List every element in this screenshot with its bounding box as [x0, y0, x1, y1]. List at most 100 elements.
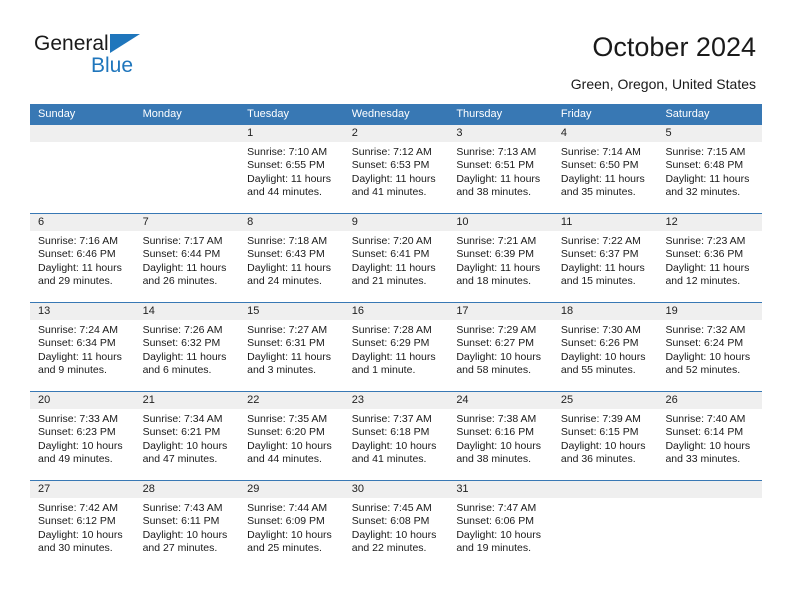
calendar-day-cell[interactable]: 14 Sunrise: 7:26 AM Sunset: 6:32 PM Dayligh…: [134, 303, 240, 391]
daylight-text: Daylight: 10 hours and 38 minutes.: [456, 439, 541, 466]
calendar-day-cell[interactable]: 22 Sunrise: 7:35 AM Sunset: 6:20 PM Dayligh…: [239, 392, 344, 480]
sunset-text: Sunset: 6:15 PM: [560, 426, 639, 439]
sunset-text: Sunset: 6:50 PM: [560, 159, 639, 172]
calendar-day-cell[interactable]: 12 Sunrise: 7:23 AM Sunset: 6:36 PM Dayligh…: [657, 214, 763, 302]
calendar-day-cell[interactable]: 9 Sunrise: 7:20 AM Sunset: 6:41 PM Daylight…: [343, 214, 449, 302]
calendar-day-cell[interactable]: 4 Sunrise: 7:14 AM Sunset: 6:50 PM Daylight…: [552, 125, 658, 213]
day-number: 16: [343, 303, 449, 320]
day-details: Sunrise: 7:39 AM Sunset: 6:15 PM Daylight:…: [553, 409, 658, 467]
calendar-day-cell[interactable]: 20 Sunrise: 7:33 AM Sunset: 6:23 PM Dayligh…: [30, 392, 135, 480]
day-details: Sunrise: 7:28 AM Sunset: 6:29 PM Daylight:…: [344, 320, 449, 378]
weekday-header-saturday: Saturday: [665, 108, 710, 120]
calendar-day-cell[interactable]: 5 Sunrise: 7:15 AM Sunset: 6:48 PM Daylight…: [657, 125, 763, 213]
sunset-text: Sunset: 6:31 PM: [247, 337, 325, 350]
day-number: 8: [239, 214, 344, 231]
calendar-day-cell[interactable]: 3 Sunrise: 7:13 AM Sunset: 6:51 PM Daylight…: [448, 125, 553, 213]
day-number: 9: [343, 214, 449, 231]
logo-text-blue: Blue: [91, 54, 134, 77]
sunrise-text: Sunrise: 7:40 AM: [665, 413, 746, 425]
day-number: 1: [239, 125, 344, 142]
day-number: 13: [30, 303, 135, 320]
sunset-text: Sunset: 6:55 PM: [247, 159, 325, 172]
weekday-header-thursday: Thursday: [456, 108, 503, 120]
calendar-day-cell[interactable]: 24 Sunrise: 7:38 AM Sunset: 6:16 PM Dayligh…: [448, 392, 553, 480]
sunrise-text: Sunrise: 7:13 AM: [456, 146, 537, 158]
day-details: Sunrise: 7:40 AM Sunset: 6:14 PM Daylight:…: [657, 409, 762, 467]
sunrise-text: Sunrise: 7:47 AM: [456, 502, 537, 514]
weekday-header-row: Sunday Monday Tuesday Wednesday Thursday Frid…: [30, 104, 762, 125]
calendar-day-cell[interactable]: 31 Sunrise: 7:47 AM Sunset: 6:06 PM Dayligh…: [448, 481, 553, 569]
daylight-text: Daylight: 11 hours and 26 minutes.: [142, 261, 227, 288]
calendar-day-cell[interactable]: 6 Sunrise: 7:16 AM Sunset: 6:46 PM Daylight…: [30, 214, 135, 302]
day-number: 27: [30, 481, 135, 498]
calendar-day-cell-empty: [134, 125, 240, 213]
day-number: 21: [134, 392, 240, 409]
sunrise-text: Sunrise: 7:39 AM: [560, 413, 641, 425]
calendar-day-cell[interactable]: 7 Sunrise: 7:17 AM Sunset: 6:44 PM Daylight…: [134, 214, 240, 302]
weekday-header-tuesday: Tuesday: [247, 108, 289, 120]
day-details: Sunrise: 7:16 AM Sunset: 6:46 PM Daylight:…: [30, 231, 135, 289]
daylight-text: Daylight: 10 hours and 22 minutes.: [351, 528, 437, 555]
sunrise-text: Sunrise: 7:34 AM: [142, 413, 223, 425]
daylight-text: Daylight: 11 hours and 1 minute.: [351, 350, 436, 377]
page-title: October 2024: [592, 32, 756, 62]
day-number: 15: [239, 303, 344, 320]
daylight-text: Daylight: 10 hours and 44 minutes.: [247, 439, 332, 466]
calendar-day-cell[interactable]: 23 Sunrise: 7:37 AM Sunset: 6:18 PM Dayligh…: [343, 392, 449, 480]
calendar-day-cell[interactable]: 8 Sunrise: 7:18 AM Sunset: 6:43 PM Daylight…: [239, 214, 344, 302]
sunset-text: Sunset: 6:14 PM: [665, 426, 744, 439]
general-blue-logo[interactable]: General Blue: [34, 32, 214, 84]
calendar-day-cell[interactable]: 27 Sunrise: 7:42 AM Sunset: 6:12 PM Dayligh…: [30, 481, 135, 569]
calendar-day-cell[interactable]: 11 Sunrise: 7:22 AM Sunset: 6:37 PM Dayligh…: [552, 214, 658, 302]
sunrise-text: Sunrise: 7:43 AM: [142, 502, 223, 514]
sunrise-text: Sunrise: 7:27 AM: [247, 324, 328, 336]
calendar-day-cell[interactable]: 1 Sunrise: 7:10 AM Sunset: 6:55 PM Daylight…: [239, 125, 344, 213]
calendar-day-cell[interactable]: 21 Sunrise: 7:34 AM Sunset: 6:21 PM Dayligh…: [134, 392, 240, 480]
sunrise-text: Sunrise: 7:33 AM: [38, 413, 118, 425]
day-number: 25: [552, 392, 658, 409]
sunset-text: Sunset: 6:34 PM: [38, 337, 116, 350]
sunrise-text: Sunrise: 7:12 AM: [351, 146, 432, 158]
calendar-day-cell[interactable]: 29 Sunrise: 7:44 AM Sunset: 6:09 PM Dayligh…: [239, 481, 344, 569]
daylight-text: Daylight: 10 hours and 52 minutes.: [665, 350, 751, 377]
day-number: 12: [657, 214, 763, 231]
calendar-day-cell[interactable]: 10 Sunrise: 7:21 AM Sunset: 6:39 PM Dayligh…: [448, 214, 553, 302]
sunrise-text: Sunrise: 7:42 AM: [38, 502, 118, 514]
day-details: Sunrise: 7:32 AM Sunset: 6:24 PM Daylight:…: [657, 320, 762, 378]
sunset-text: Sunset: 6:39 PM: [456, 248, 534, 261]
calendar-day-cell[interactable]: 28 Sunrise: 7:43 AM Sunset: 6:11 PM Dayligh…: [134, 481, 240, 569]
calendar-day-cell[interactable]: 17 Sunrise: 7:29 AM Sunset: 6:27 PM Dayligh…: [448, 303, 553, 391]
sunset-text: Sunset: 6:43 PM: [247, 248, 325, 261]
calendar-day-cell[interactable]: 2 Sunrise: 7:12 AM Sunset: 6:53 PM Daylight…: [343, 125, 449, 213]
sunrise-text: Sunrise: 7:16 AM: [38, 235, 118, 247]
day-number: 3: [448, 125, 553, 142]
day-details: Sunrise: 7:10 AM Sunset: 6:55 PM Daylight:…: [239, 142, 344, 200]
calendar-grid: Sunday Monday Tuesday Wednesday Thursday Frid…: [30, 104, 763, 569]
daylight-text: Daylight: 11 hours and 9 minutes.: [38, 350, 122, 377]
calendar-page: General Blue October 2024 Green, Oregon,…: [0, 0, 792, 612]
daylight-text: Daylight: 10 hours and 27 minutes.: [142, 528, 228, 555]
calendar-day-cell[interactable]: 18 Sunrise: 7:30 AM Sunset: 6:26 PM Dayligh…: [552, 303, 658, 391]
day-details: Sunrise: 7:26 AM Sunset: 6:32 PM Daylight:…: [135, 320, 240, 378]
calendar-day-cell[interactable]: 15 Sunrise: 7:27 AM Sunset: 6:31 PM Dayligh…: [239, 303, 344, 391]
sunrise-text: Sunrise: 7:44 AM: [247, 502, 328, 514]
day-number: [30, 125, 135, 142]
day-details: Sunrise: 7:33 AM Sunset: 6:23 PM Daylight:…: [30, 409, 135, 467]
calendar-day-cell[interactable]: 25 Sunrise: 7:39 AM Sunset: 6:15 PM Dayligh…: [552, 392, 658, 480]
daylight-text: Daylight: 10 hours and 49 minutes.: [38, 439, 123, 466]
day-number: 17: [448, 303, 553, 320]
calendar-day-cell[interactable]: 19 Sunrise: 7:32 AM Sunset: 6:24 PM Dayligh…: [657, 303, 763, 391]
daylight-text: Daylight: 10 hours and 25 minutes.: [247, 528, 332, 555]
daylight-text: Daylight: 10 hours and 47 minutes.: [142, 439, 228, 466]
calendar-day-cell[interactable]: 30 Sunrise: 7:45 AM Sunset: 6:08 PM Dayligh…: [343, 481, 449, 569]
daylight-text: Daylight: 10 hours and 41 minutes.: [351, 439, 437, 466]
sunrise-text: Sunrise: 7:45 AM: [351, 502, 432, 514]
logo-triangle-icon: [110, 34, 140, 53]
calendar-day-cell[interactable]: 16 Sunrise: 7:28 AM Sunset: 6:29 PM Dayligh…: [343, 303, 449, 391]
sunset-text: Sunset: 6:12 PM: [38, 515, 116, 528]
sunset-text: Sunset: 6:20 PM: [247, 426, 325, 439]
sunset-text: Sunset: 6:37 PM: [560, 248, 639, 261]
calendar-day-cell[interactable]: 13 Sunrise: 7:24 AM Sunset: 6:34 PM Dayligh…: [30, 303, 135, 391]
daylight-text: Daylight: 11 hours and 21 minutes.: [351, 261, 436, 288]
calendar-day-cell[interactable]: 26 Sunrise: 7:40 AM Sunset: 6:14 PM Dayligh…: [657, 392, 763, 480]
